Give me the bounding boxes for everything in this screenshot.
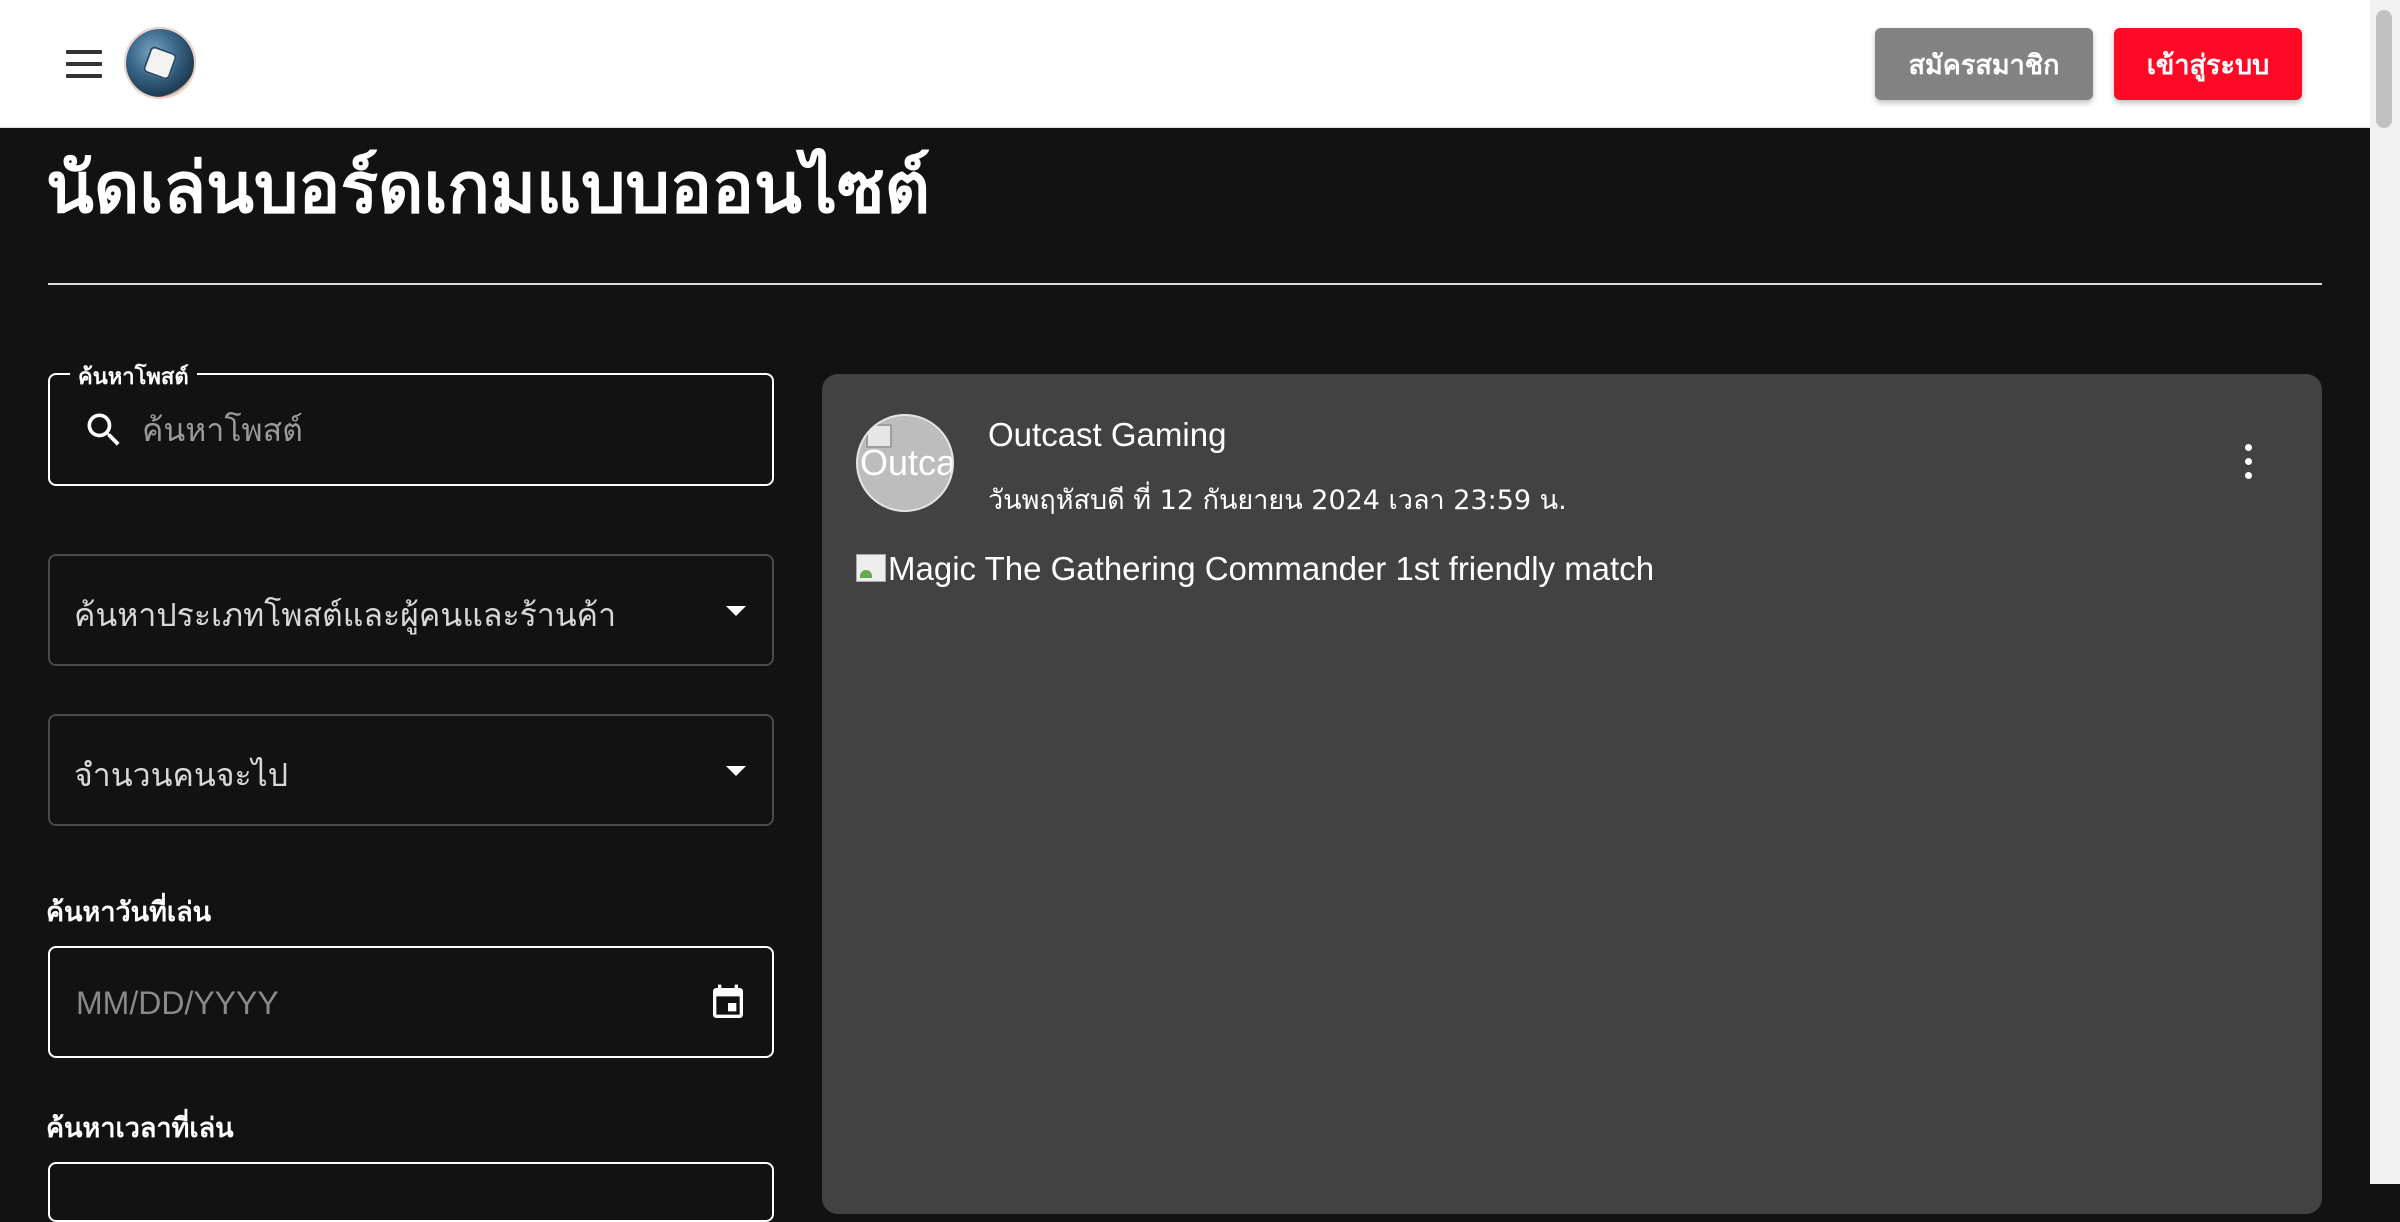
play-time-label: ค้นหาเวลาที่เล่น (46, 1113, 234, 1144)
page-title: นัดเล่นบอร์ดเกมแบบออนไซต์ (46, 147, 931, 229)
hamburger-menu-icon[interactable] (56, 40, 112, 88)
scrollbar-thumb[interactable] (2376, 10, 2392, 128)
page-scrollbar[interactable] (2370, 0, 2400, 1184)
search-post-legend: ค้นหาโพสต์ (70, 359, 197, 394)
more-vert-icon[interactable] (2226, 440, 2270, 484)
people-count-select[interactable]: จำนวนคนจะไป (48, 714, 774, 826)
arrow-drop-down-icon (726, 606, 746, 616)
dice-logo[interactable] (124, 27, 196, 99)
play-date-input[interactable] (74, 976, 638, 1030)
post-date: วันพฤหัสบดี ที่ 12 กันยายน 2024 เวลา 23:… (988, 485, 1567, 516)
post-type-select-value: ค้นหาประเภทโพสต์และผู้คนและร้านค้า (74, 596, 617, 634)
register-button[interactable]: สมัครสมาชิก (1875, 28, 2093, 100)
arrow-drop-down-icon (726, 766, 746, 776)
search-post-input[interactable] (140, 403, 744, 457)
post-card[interactable]: Outcast Gaming Outcast Gaming วันพฤหัสบด… (822, 374, 2322, 1214)
post-type-select[interactable]: ค้นหาประเภทโพสต์และผู้คนและร้านค้า (48, 554, 774, 666)
search-icon (87, 413, 120, 446)
play-date-label: ค้นหาวันที่เล่น (46, 897, 212, 928)
author-avatar[interactable]: Outcast Gaming (856, 414, 954, 512)
author-avatar-alt: Outcast Gaming (860, 442, 954, 483)
post-image-alt: Magic The Gathering Commander 1st friend… (888, 550, 1655, 587)
broken-image-icon (856, 554, 886, 582)
login-button[interactable]: เข้าสู่ระบบ (2114, 28, 2302, 100)
people-count-select-value: จำนวนคนจะไป (74, 756, 289, 794)
post-author[interactable]: Outcast Gaming (988, 416, 1226, 454)
play-date-field (48, 946, 774, 1058)
play-time-field[interactable] (48, 1162, 774, 1222)
search-post-field: ค้นหาโพสต์ (48, 359, 774, 486)
title-divider (48, 283, 2322, 285)
calendar-icon[interactable] (708, 982, 748, 1024)
app-bar: สมัครสมาชิก เข้าสู่ระบบ (0, 0, 2370, 128)
